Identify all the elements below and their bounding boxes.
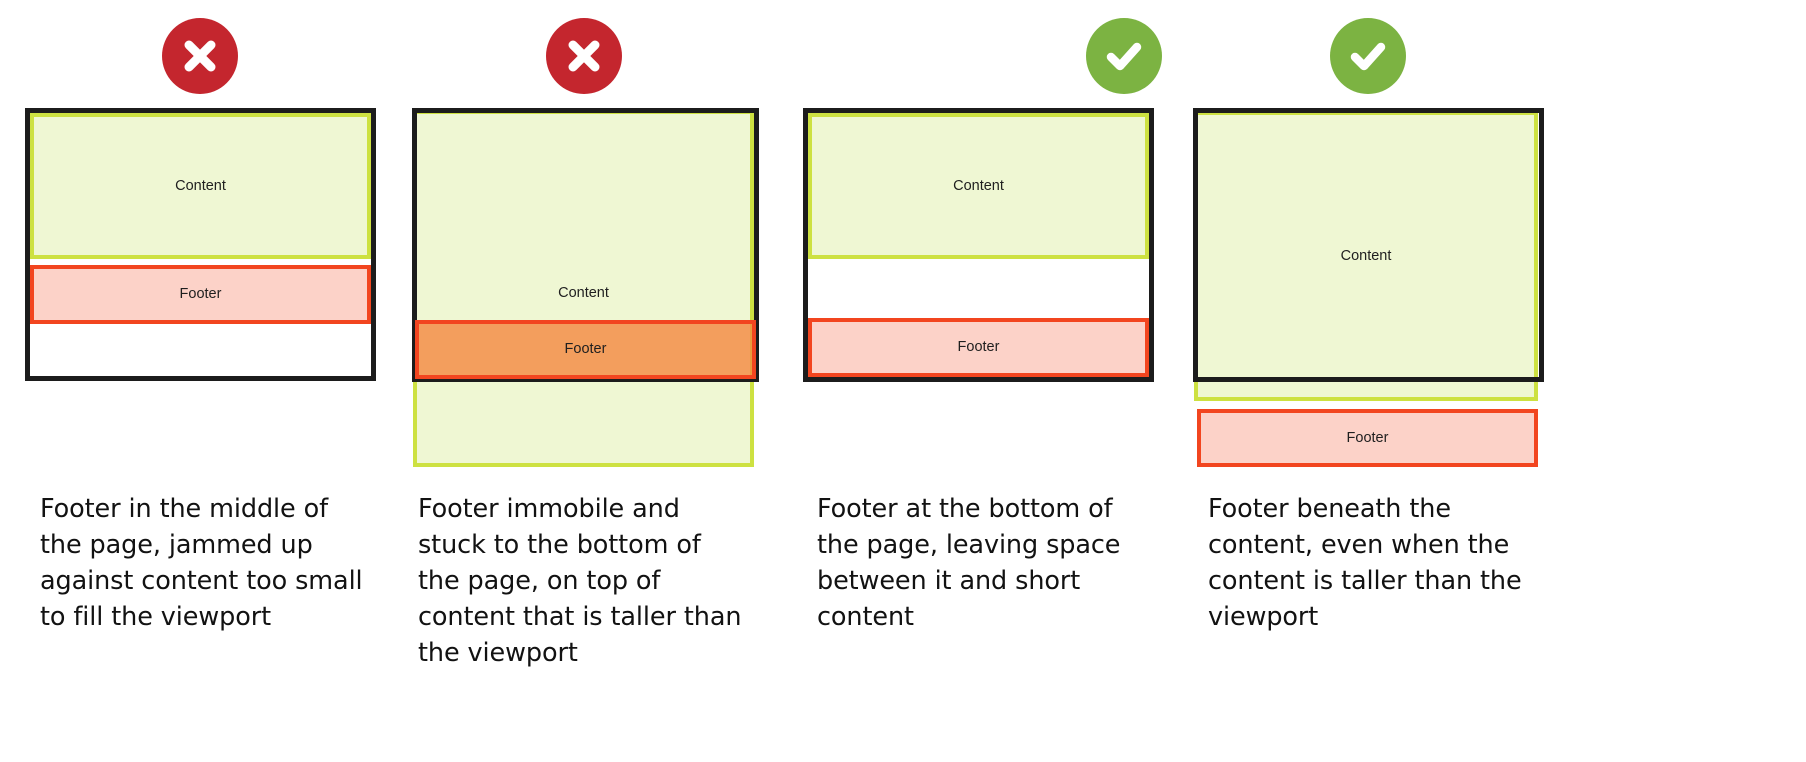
figure-root: Content Footer Footer in the middle of t… xyxy=(0,0,1806,762)
panel-3-caption: Footer at the bottom of the page, leavin… xyxy=(817,494,1121,632)
panel-2-caption: Footer immobile and stuck to the bottom … xyxy=(418,494,742,668)
footer-box: Footer xyxy=(30,265,371,324)
check-circle-icon xyxy=(1086,18,1162,94)
panel-1-caption: Footer in the middle of the page, jammed… xyxy=(40,494,363,632)
viewport-frame xyxy=(1193,108,1544,382)
footer-box-label: Footer xyxy=(957,339,1000,356)
content-box-label: Content xyxy=(558,285,609,301)
content-box-label: Content xyxy=(953,177,1004,194)
footer-box: Footer xyxy=(808,318,1149,377)
content-box: Content xyxy=(808,113,1149,259)
panel-3: Content Footer Footer at the bottom of t… xyxy=(802,0,1193,762)
check-circle-icon xyxy=(1330,18,1406,94)
cross-circle-icon xyxy=(162,18,238,94)
footer-box-label: Footer xyxy=(564,341,607,358)
panel-4: Content Footer Footer beneath the conten… xyxy=(1193,0,1806,762)
footer-box: Footer xyxy=(1197,409,1538,467)
footer-box: Footer xyxy=(415,320,756,379)
content-box: Content xyxy=(30,113,371,259)
content-box-label: Content xyxy=(1340,247,1392,264)
cross-circle-icon xyxy=(546,18,622,94)
panel-4-caption: Footer beneath the content, even when th… xyxy=(1208,494,1522,632)
footer-box-label: Footer xyxy=(1346,429,1389,446)
content-box-label: Content xyxy=(175,177,226,194)
panel-1: Content Footer Footer in the middle of t… xyxy=(0,0,412,762)
footer-box-label: Footer xyxy=(179,286,222,303)
panel-2: Content Footer Footer immobile and stuck… xyxy=(412,0,802,762)
